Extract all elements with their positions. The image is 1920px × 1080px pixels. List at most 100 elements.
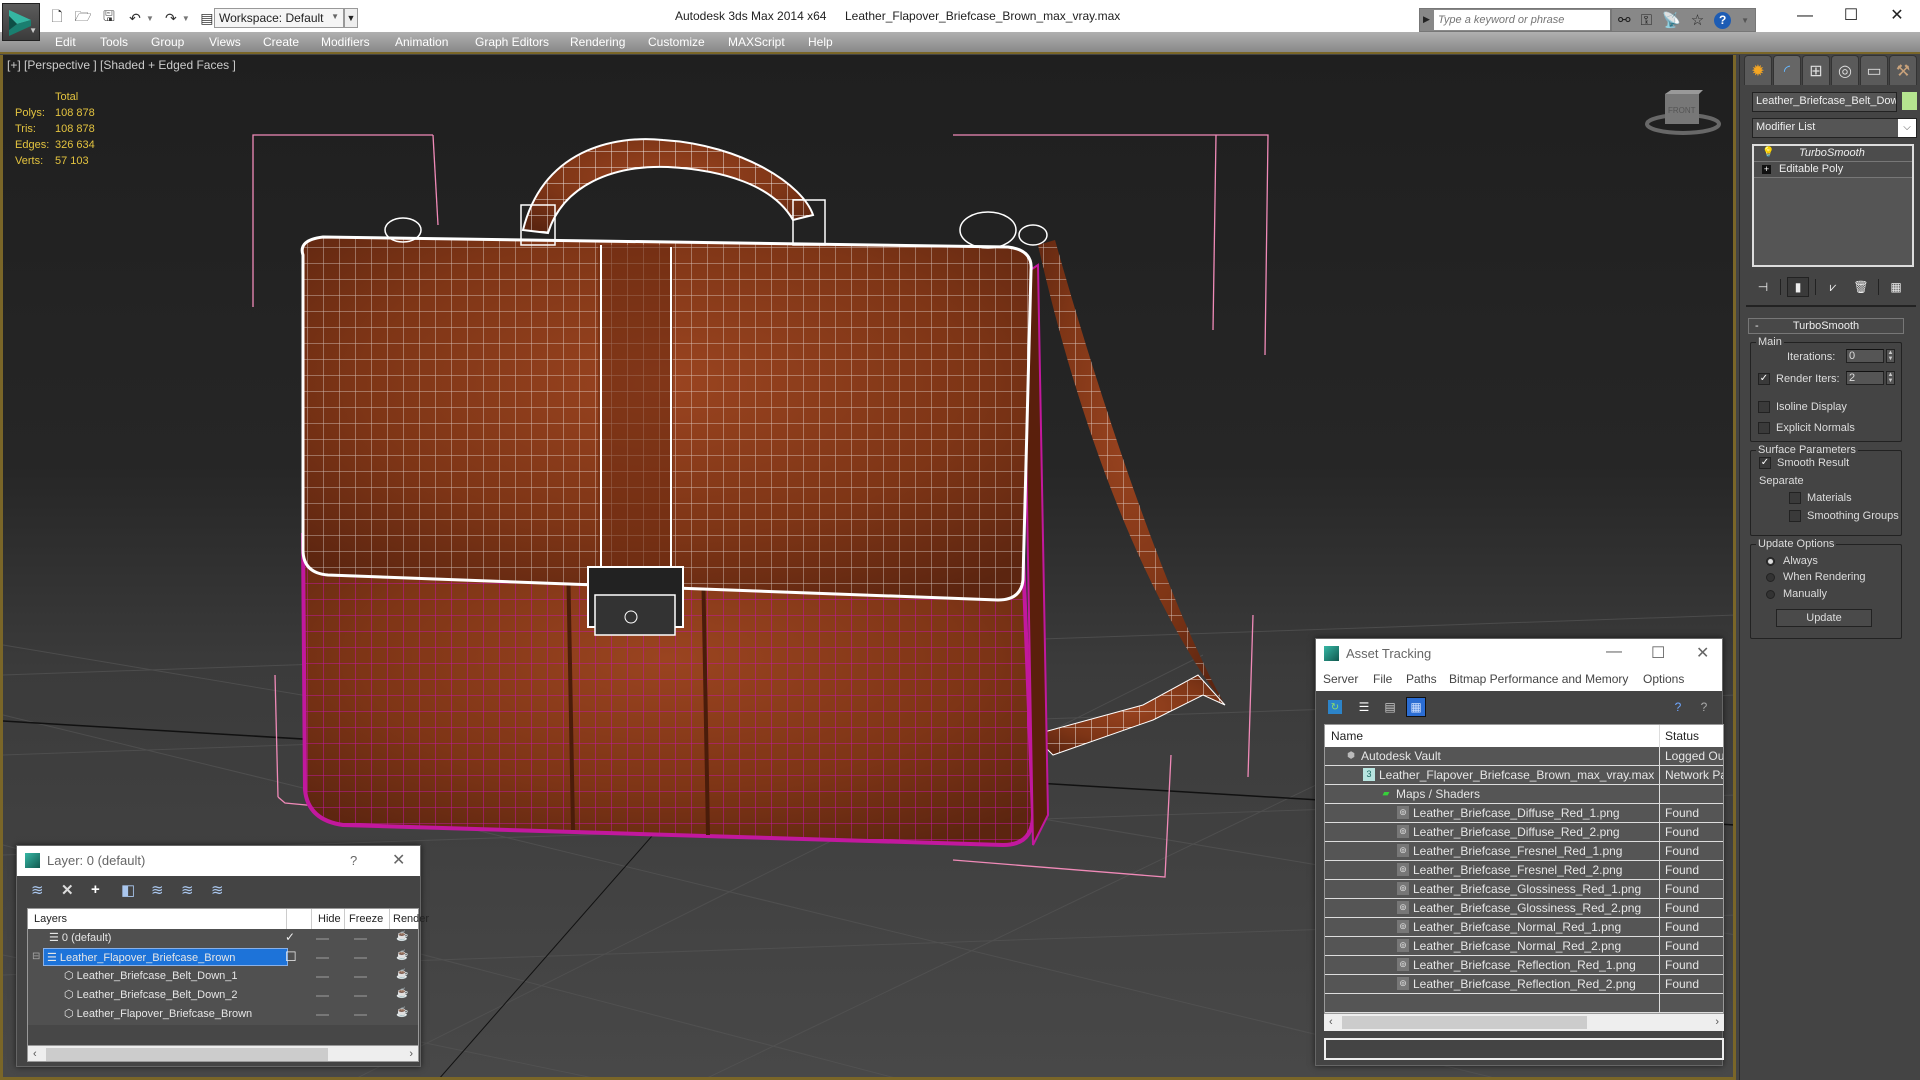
tab-create[interactable]: ✹ <box>1744 55 1772 85</box>
new-file-icon[interactable]: 🗋 <box>48 8 66 27</box>
asset-row[interactable]: ▰ Maps / Shaders <box>1325 785 1723 804</box>
viewcube[interactable]: FRONT <box>1643 82 1723 142</box>
menu-maxscript[interactable]: MAXScript <box>728 35 785 49</box>
teapot-render-icon[interactable]: ☕ <box>396 969 408 980</box>
asset-dialog-titlebar[interactable]: Asset Tracking — ☐ ✕ <box>1316 639 1722 669</box>
isoline-display-checkbox[interactable]: Isoline Display <box>1758 401 1847 414</box>
open-file-icon[interactable]: 🗁 <box>74 8 92 27</box>
asset-row[interactable]: ⊚ Leather_Briefcase_Reflection_Red_2.png F… <box>1325 975 1723 994</box>
menu-customize[interactable]: Customize <box>648 35 705 49</box>
asset-row[interactable]: ⊚ Leather_Briefcase_Glossiness_Red_1.png F… <box>1325 880 1723 899</box>
freeze-all-layers-icon[interactable]: ≋ <box>211 881 227 899</box>
column-freeze[interactable]: Freeze <box>349 913 383 925</box>
render-iters-input[interactable]: 2 <box>1846 371 1884 385</box>
collapse-icon[interactable]: ⊟ <box>32 951 40 962</box>
smoothing-groups-checkbox[interactable]: Smoothing Groups <box>1789 510 1899 523</box>
iterations-spinner[interactable]: ▲ ▼ <box>1886 349 1895 363</box>
tab-motion[interactable]: ◎ <box>1831 55 1859 85</box>
hide-toggle[interactable] <box>316 938 329 940</box>
scroll-left-icon[interactable]: ‹ <box>33 1046 37 1062</box>
hide-toggle[interactable] <box>316 976 329 978</box>
column-hide[interactable]: Hide <box>318 913 341 925</box>
explicit-normals-checkbox[interactable]: Explicit Normals <box>1758 422 1855 435</box>
tree-view-icon[interactable]: ▤ <box>1380 697 1400 717</box>
smooth-result-checkbox[interactable]: ✓ Smooth Result <box>1759 457 1849 470</box>
refresh-icon[interactable]: ↻ <box>1328 700 1342 714</box>
menu-group[interactable]: Group <box>151 35 184 49</box>
scroll-right-icon[interactable]: › <box>1715 1014 1719 1030</box>
menu-server[interactable]: Server <box>1323 672 1358 686</box>
menu-bitmap-performance[interactable]: Bitmap Performance and Memory <box>1449 672 1628 686</box>
help-button[interactable]: ? <box>350 853 357 868</box>
teapot-render-icon[interactable]: ☕ <box>396 950 408 961</box>
asset-row[interactable]: ⊚ Leather_Briefcase_Diffuse_Red_2.png Foun… <box>1325 823 1723 842</box>
add-to-layer-icon[interactable]: + <box>91 881 107 898</box>
update-when-rendering-radio[interactable]: When Rendering <box>1766 571 1866 583</box>
key-icon[interactable]: ⚿ <box>1641 12 1652 29</box>
star-icon[interactable]: ☆ <box>1691 11 1704 29</box>
create-layer-icon[interactable]: ≋ <box>31 881 47 899</box>
layer-dialog-titlebar[interactable]: Layer: 0 (default) ? ✕ <box>17 846 420 876</box>
tab-utilities[interactable]: ⚒ <box>1889 55 1917 85</box>
lightbulb-icon[interactable]: 💡 <box>1762 147 1774 158</box>
render-iters-checkbox[interactable]: ✓ Render Iters: <box>1758 373 1840 386</box>
stack-item-editable-poly[interactable]: + Editable Poly <box>1754 162 1912 178</box>
layer-row-object[interactable]: ⬡ Leather_Flapover_Briefcase_Brown ☕ <box>28 1005 418 1024</box>
layer-horizontal-scrollbar[interactable]: ‹ › <box>27 1045 419 1062</box>
freeze-toggle[interactable] <box>354 995 367 997</box>
close-button[interactable]: ✕ <box>1874 4 1920 28</box>
satellite-icon[interactable]: 📡 <box>1662 11 1681 29</box>
scrollbar-thumb[interactable] <box>46 1048 328 1061</box>
current-layer-checkmark-icon[interactable]: ✓ <box>285 930 295 944</box>
close-button[interactable]: ✕ <box>392 850 405 870</box>
tab-hierarchy[interactable]: ⊞ <box>1802 55 1830 85</box>
chevron-down-icon[interactable]: ▼ <box>1741 16 1749 25</box>
scroll-right-icon[interactable]: › <box>409 1046 413 1062</box>
binoculars-icon[interactable]: ⚯ <box>1618 11 1631 29</box>
freeze-toggle[interactable] <box>354 938 367 940</box>
customize-toolbar-button[interactable]: ▼ <box>344 8 358 28</box>
pin-stack-icon[interactable]: ⊣ <box>1752 277 1774 297</box>
asset-row[interactable]: ⬢ Autodesk Vault Logged Ou <box>1325 747 1723 766</box>
freeze-toggle[interactable] <box>354 1014 367 1016</box>
tab-modify[interactable]: ◜ <box>1773 55 1801 85</box>
object-color-swatch[interactable] <box>1902 92 1917 110</box>
menu-rendering[interactable]: Rendering <box>570 35 625 49</box>
menu-paths[interactable]: Paths <box>1406 672 1437 686</box>
highlight-selected-layer-icon[interactable]: ≋ <box>151 881 167 899</box>
update-button[interactable]: Update <box>1776 609 1872 627</box>
save-file-icon[interactable]: 🖫 <box>100 8 118 27</box>
asset-horizontal-scrollbar[interactable]: ‹ › <box>1324 1014 1724 1031</box>
update-manually-radio[interactable]: Manually <box>1766 588 1827 600</box>
help-icon[interactable]: ? <box>1694 697 1714 717</box>
maximize-button[interactable]: ☐ <box>1828 4 1874 28</box>
column-name[interactable]: Name <box>1331 729 1363 743</box>
undo-dropdown-icon[interactable]: ▼ <box>146 14 154 23</box>
iterations-input[interactable]: 0 <box>1846 349 1884 363</box>
redo-dropdown-icon[interactable]: ▼ <box>182 14 190 23</box>
column-render[interactable]: Render <box>393 913 429 925</box>
layer-row-default[interactable]: ☰ 0 (default) ✓ ☕ <box>28 929 418 948</box>
asset-row[interactable]: ⊚ Leather_Briefcase_Normal_Red_2.png Found <box>1325 937 1723 956</box>
column-layers[interactable]: Layers <box>34 913 67 925</box>
materials-checkbox[interactable]: Materials <box>1789 492 1852 505</box>
make-unique-icon[interactable]: ⩗ <box>1822 277 1844 297</box>
menu-edit[interactable]: Edit <box>55 35 76 49</box>
menu-file[interactable]: File <box>1373 672 1392 686</box>
asset-row[interactable]: 3 Leather_Flapover_Briefcase_Brown_max_vr… <box>1325 766 1723 785</box>
hide-toggle[interactable] <box>316 995 329 997</box>
maximize-button[interactable]: ☐ <box>1651 643 1665 663</box>
column-status[interactable]: Status <box>1665 729 1699 743</box>
stack-item-turbosmooth[interactable]: 💡 TurboSmooth <box>1754 146 1912 162</box>
configure-modifier-sets-icon[interactable]: ▦ <box>1885 277 1907 297</box>
layer-row-object[interactable]: ⬡ Leather_Briefcase_Belt_Down_2 ☕ <box>28 986 418 1005</box>
workspace-selector[interactable]: Workspace: Default ▼ <box>214 8 344 28</box>
minimize-button[interactable]: — <box>1606 643 1622 661</box>
asset-row[interactable]: ⊚ Leather_Briefcase_Normal_Red_1.png Found <box>1325 918 1723 937</box>
freeze-toggle[interactable] <box>354 957 367 959</box>
asset-row[interactable]: ⊚ Leather_Briefcase_Fresnel_Red_2.png Foun… <box>1325 861 1723 880</box>
menu-views[interactable]: Views <box>209 35 241 49</box>
layer-row-briefcase[interactable]: ⊟ ☰ Leather_Flapover_Briefcase_Brown ☐ ☕ <box>28 948 418 967</box>
close-button[interactable]: ✕ <box>1696 643 1709 663</box>
object-name-field[interactable]: Leather_Briefcase_Belt_Down <box>1752 92 1897 112</box>
